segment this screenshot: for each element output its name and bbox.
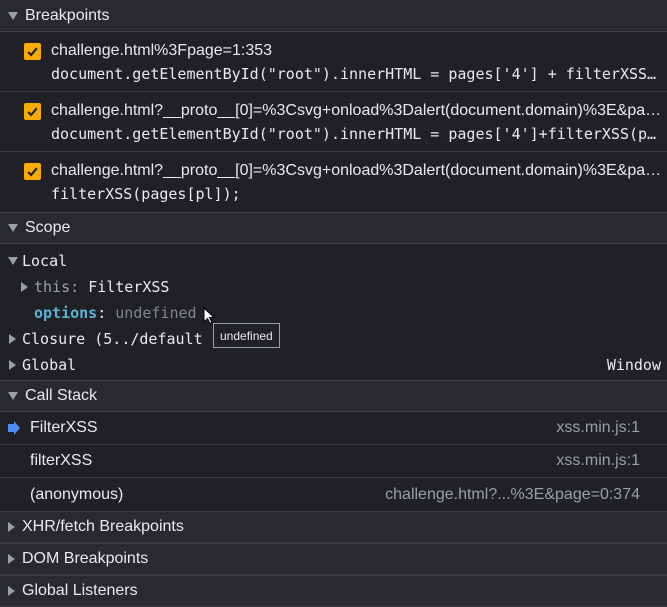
scope-local[interactable]: Local [0, 248, 667, 274]
breakpoint-location: challenge.html?__proto__[0]=%3Csvg+onloa… [51, 162, 667, 179]
section-title: Scope [25, 219, 71, 236]
expand-triangle-icon [8, 224, 18, 232]
property-value: FilterXSS [88, 278, 170, 296]
expand-triangle-icon [21, 282, 28, 292]
collapse-triangle-icon [8, 522, 15, 532]
section-title: DOM Breakpoints [22, 550, 149, 567]
breakpoint-code: filterXSS(pages[pl]); [51, 185, 241, 203]
current-frame-arrow-icon [8, 421, 20, 435]
breakpoint-item[interactable]: challenge.html?__proto__[0]=%3Csvg+onloa… [0, 152, 667, 212]
call-frame[interactable]: (anonymous) challenge.html?...%3E&page=0:… [0, 478, 667, 511]
expand-triangle-icon [9, 334, 16, 344]
property-key: this [34, 278, 71, 296]
property-value: undefined [115, 304, 197, 322]
frame-source[interactable]: challenge.html?...%3E&page=0:374 [385, 486, 640, 504]
frame-name: filterXSS [30, 452, 93, 469]
section-title: Call Stack [25, 387, 98, 404]
section-title: Breakpoints [25, 6, 110, 24]
breakpoint-code: document.getElementById("root").innerHTM… [51, 125, 660, 143]
call-frame[interactable]: FilterXSS xss.min.js:1 [0, 412, 667, 445]
frame-source[interactable]: xss.min.js:1 [556, 452, 640, 470]
breakpoint-checkbox[interactable] [24, 103, 41, 120]
value-tooltip: undefined [213, 323, 280, 348]
breakpoint-item[interactable]: challenge.html?__proto__[0]=%3Csvg+onloa… [0, 92, 667, 152]
frame-name: FilterXSS [30, 419, 98, 436]
breakpoint-checkbox[interactable] [24, 163, 41, 180]
breakpoint-location: challenge.html%3Fpage=1:353 [51, 42, 273, 59]
scope-this[interactable]: this: FilterXSS [0, 274, 667, 300]
expand-triangle-icon [9, 360, 16, 370]
breakpoint-code: document.getElementById("root").innerHTM… [51, 65, 660, 83]
section-title: XHR/fetch Breakpoints [22, 518, 184, 535]
scope-closure[interactable]: Closure (5../default [0, 326, 667, 352]
call-frame[interactable]: filterXSS xss.min.js:1 [0, 445, 667, 478]
scope-header[interactable]: Scope [0, 212, 667, 244]
breakpoint-checkbox[interactable] [24, 43, 41, 60]
call-stack-header[interactable]: Call Stack [0, 380, 667, 412]
breakpoint-item[interactable]: challenge.html%3Fpage=1:353 document.get… [0, 32, 667, 92]
scope-global-value: Window [606, 356, 661, 374]
dom-breakpoints-header[interactable]: DOM Breakpoints [0, 543, 667, 575]
global-listeners-header[interactable]: Global Listeners [0, 575, 667, 607]
expand-triangle-icon [8, 257, 18, 265]
section-title: Global Listeners [22, 582, 138, 599]
xhr-breakpoints-header[interactable]: XHR/fetch Breakpoints [0, 511, 667, 543]
scope-options[interactable]: options: undefined [0, 300, 667, 326]
collapse-triangle-icon [8, 586, 15, 596]
collapse-triangle-icon [8, 554, 15, 564]
frame-name: (anonymous) [30, 485, 124, 503]
property-key: options [34, 304, 98, 322]
scope-closure-label: Closure (5../default [22, 330, 203, 348]
expand-triangle-icon [8, 11, 18, 20]
breakpoint-location: challenge.html?__proto__[0]=%3Csvg+onloa… [51, 102, 667, 119]
scope-local-label: Local [22, 252, 68, 270]
breakpoints-header[interactable]: Breakpoints [0, 0, 667, 32]
mouse-cursor-icon [203, 307, 215, 325]
scope-global-label: Global [22, 356, 77, 374]
expand-triangle-icon [8, 392, 18, 400]
scope-global[interactable]: Global Window [0, 352, 667, 378]
frame-source[interactable]: xss.min.js:1 [556, 419, 640, 437]
